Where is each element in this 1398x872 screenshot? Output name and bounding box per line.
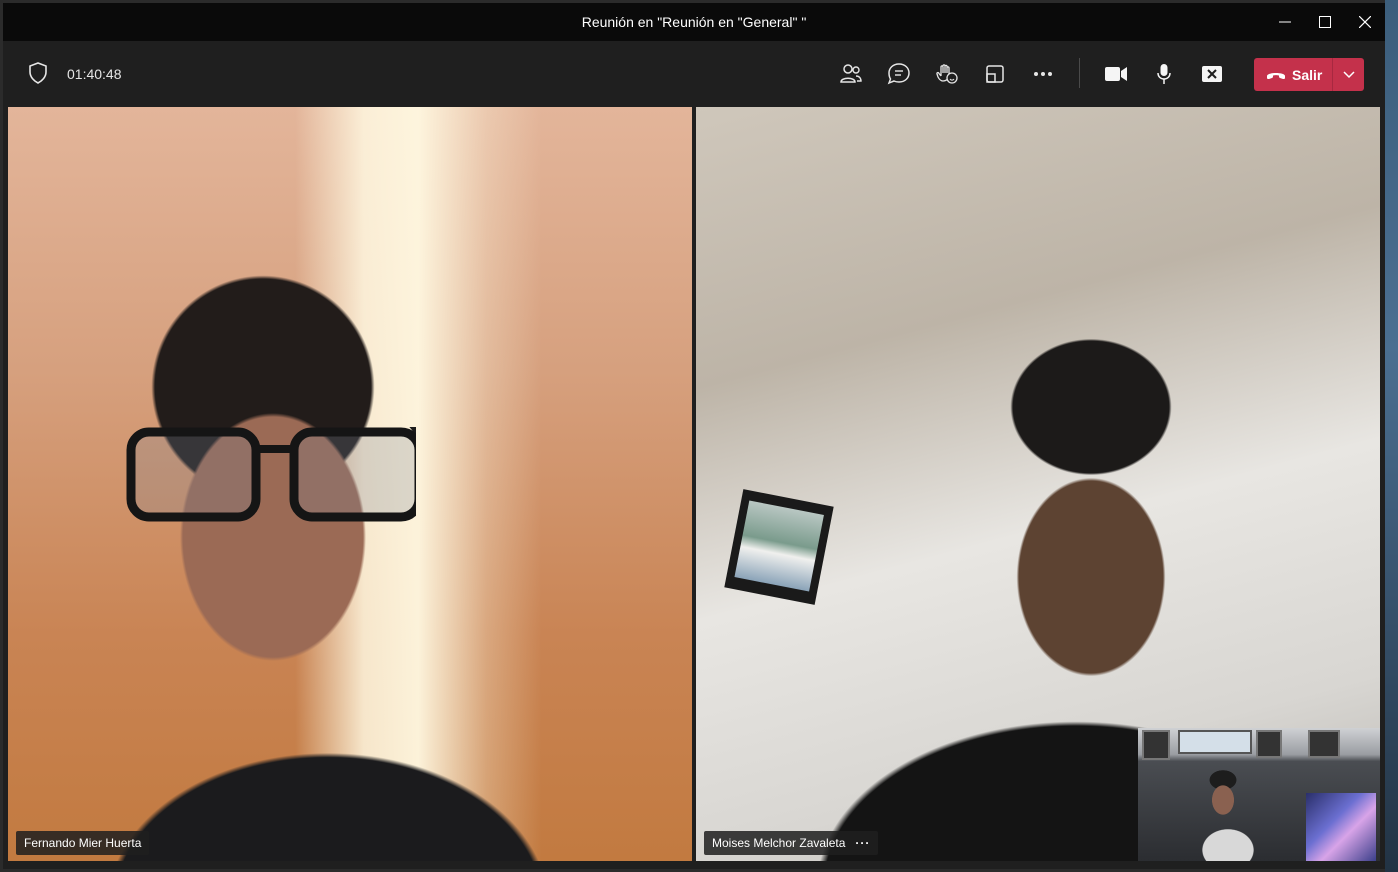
- maximize-button[interactable]: [1305, 3, 1345, 41]
- self-view-video[interactable]: [1138, 728, 1380, 861]
- leave-label: Salir: [1292, 66, 1323, 83]
- people-icon: [840, 64, 862, 83]
- participant-more-options[interactable]: ···: [855, 836, 870, 850]
- chat-button[interactable]: [879, 55, 919, 93]
- self-view-background: [1178, 730, 1252, 754]
- participant-name: Moises Melchor Zavaleta: [712, 836, 846, 850]
- self-view-background: [1308, 730, 1340, 758]
- share-content-button[interactable]: [1192, 55, 1232, 93]
- leave-button[interactable]: Salir: [1254, 58, 1332, 91]
- shield-icon[interactable]: [28, 62, 48, 89]
- participant-name: Fernando Mier Huerta: [24, 836, 142, 850]
- share-tray-button[interactable]: [975, 55, 1015, 93]
- teams-meeting-window: Reunión en "Reunión en "General" " 01:40…: [3, 3, 1385, 869]
- self-view-background: [1256, 730, 1282, 758]
- hang-up-icon: [1267, 72, 1285, 79]
- close-icon: [1359, 16, 1371, 28]
- participant-video-feed: [724, 489, 834, 605]
- camera-icon: [1105, 67, 1127, 81]
- more-icon: [1034, 72, 1052, 76]
- share-content-icon: [1202, 66, 1222, 82]
- self-view-background: [1142, 730, 1170, 760]
- camera-button[interactable]: [1096, 55, 1136, 93]
- reactions-icon: [936, 64, 958, 84]
- microphone-button[interactable]: [1144, 55, 1184, 93]
- participants-button[interactable]: [831, 55, 871, 93]
- maximize-icon: [1319, 16, 1331, 28]
- participant-video-feed: [126, 427, 416, 522]
- microphone-icon: [1157, 64, 1171, 84]
- toolbar-separator: [1079, 58, 1080, 88]
- meeting-toolbar: 01:40:48 Salir: [3, 41, 1385, 106]
- self-view-background: [1306, 793, 1376, 861]
- reactions-button[interactable]: [927, 55, 967, 93]
- chevron-down-icon: [1342, 70, 1355, 78]
- chat-icon: [887, 63, 910, 85]
- meeting-timer: 01:40:48: [67, 66, 122, 82]
- participant-name-tag: Moises Melchor Zavaleta ···: [704, 831, 879, 855]
- video-tile-participant-1[interactable]: Fernando Mier Huerta: [8, 107, 692, 861]
- title-bar: Reunión en "Reunión en "General" ": [3, 3, 1385, 41]
- close-button[interactable]: [1345, 3, 1385, 41]
- desktop-background-edge: [1385, 0, 1398, 872]
- leave-options-dropdown[interactable]: [1333, 58, 1364, 91]
- minimize-button[interactable]: [1265, 3, 1305, 41]
- minimize-icon: [1279, 21, 1291, 23]
- leave-button-group: Salir: [1254, 58, 1364, 91]
- window-title: Reunión en "Reunión en "General" ": [581, 14, 807, 30]
- more-actions-button[interactable]: [1023, 55, 1063, 93]
- share-screen-icon: [986, 65, 1004, 83]
- participant-name-tag: Fernando Mier Huerta: [16, 831, 150, 855]
